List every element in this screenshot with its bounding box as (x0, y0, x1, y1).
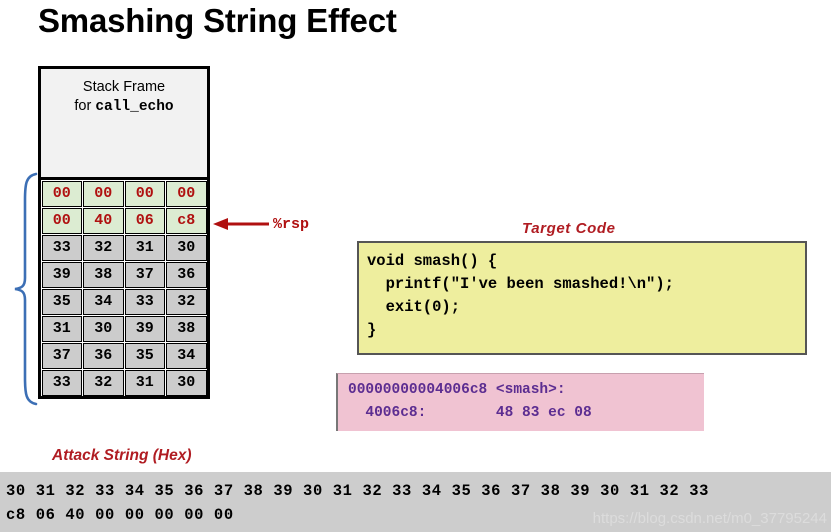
stack-byte-cell: 00 (166, 180, 207, 207)
stack-frame-for-text: for (74, 98, 96, 114)
disassembly-line-2: 4006c8: 48 83 ec 08 (348, 405, 592, 421)
stack-diagram: Stack Frame for call_echo 00 00 00 00 00 40 06… (38, 66, 210, 399)
stack-frame-function-name: call_echo (95, 99, 174, 115)
stack-frame-header: Stack Frame for call_echo (38, 66, 210, 180)
stack-frame-title-line1: Stack Frame (82, 79, 166, 95)
stack-byte-cell: 33 (41, 234, 82, 261)
stack-byte-cell: 36 (83, 342, 124, 369)
attack-string-hex-banner: 30 31 32 33 34 35 36 37 38 39 30 31 32 3… (0, 472, 831, 532)
stack-byte-cell: 34 (83, 288, 124, 315)
rsp-pointer: %rsp (213, 212, 309, 236)
attack-string-brace (14, 172, 38, 406)
watermark: https://blog.csdn.net/m0_37795244 (592, 510, 827, 527)
target-code-text: void smash() { printf("I've been smashed… (367, 252, 674, 339)
stack-byte-cell: 39 (124, 315, 165, 342)
stack-byte-cell: 37 (41, 342, 82, 369)
stack-byte-cell: 31 (124, 234, 165, 261)
stack-byte-cell: 30 (83, 315, 124, 342)
stack-frame-title-line2: for call_echo (41, 97, 207, 117)
stack-byte-cell: 00 (124, 180, 165, 207)
stack-byte-cell: 00 (41, 180, 82, 207)
rsp-label: %rsp (273, 215, 310, 233)
stack-byte-cell: 32 (83, 234, 124, 261)
stack-byte-cell: 35 (124, 342, 165, 369)
stack-row: 00 00 00 00 (41, 180, 207, 207)
arrow-left-icon (213, 218, 269, 230)
stack-byte-cell: 31 (41, 315, 82, 342)
stack-row: 39 38 37 36 (41, 261, 207, 288)
disassembly-box: 00000000004006c8 <smash>: 4006c8: 48 83 … (336, 373, 704, 431)
stack-byte-cell: 36 (166, 261, 207, 288)
stack-row: 37 36 35 34 (41, 342, 207, 369)
stack-byte-cell: 34 (166, 342, 207, 369)
target-code-label: Target Code (522, 220, 616, 237)
stack-byte-cell: 38 (166, 315, 207, 342)
stack-row: 33 32 31 30 (41, 234, 207, 261)
disassembly-line-1: 00000000004006c8 <smash>: (348, 382, 566, 398)
stack-row: 00 40 06 c8 (41, 207, 207, 234)
stack-byte-grid: 00 00 00 00 00 40 06 c8 33 32 31 30 39 38 37 36 35 34 33 32… (38, 180, 210, 399)
stack-byte-cell: c8 (166, 207, 207, 234)
stack-byte-cell: 40 (83, 207, 124, 234)
stack-byte-cell: 30 (166, 369, 207, 396)
page-title: Smashing String Effect (38, 2, 397, 39)
attack-string-label: Attack String (Hex) (52, 447, 192, 464)
stack-byte-cell: 32 (83, 369, 124, 396)
stack-byte-cell: 31 (124, 369, 165, 396)
stack-byte-cell: 00 (83, 180, 124, 207)
stack-byte-cell: 30 (166, 234, 207, 261)
stack-byte-cell: 06 (124, 207, 165, 234)
target-code-box: void smash() { printf("I've been smashed… (357, 241, 807, 355)
stack-byte-cell: 33 (124, 288, 165, 315)
stack-byte-cell: 33 (41, 369, 82, 396)
stack-byte-cell: 37 (124, 261, 165, 288)
stack-row: 33 32 31 30 (41, 369, 207, 396)
stack-byte-cell: 38 (83, 261, 124, 288)
stack-byte-cell: 39 (41, 261, 82, 288)
stack-byte-cell: 32 (166, 288, 207, 315)
stack-byte-cell: 35 (41, 288, 82, 315)
stack-row: 35 34 33 32 (41, 288, 207, 315)
stack-row: 31 30 39 38 (41, 315, 207, 342)
stack-byte-cell: 00 (41, 207, 82, 234)
hex-row-1: 30 31 32 33 34 35 36 37 38 39 30 31 32 3… (6, 482, 710, 500)
